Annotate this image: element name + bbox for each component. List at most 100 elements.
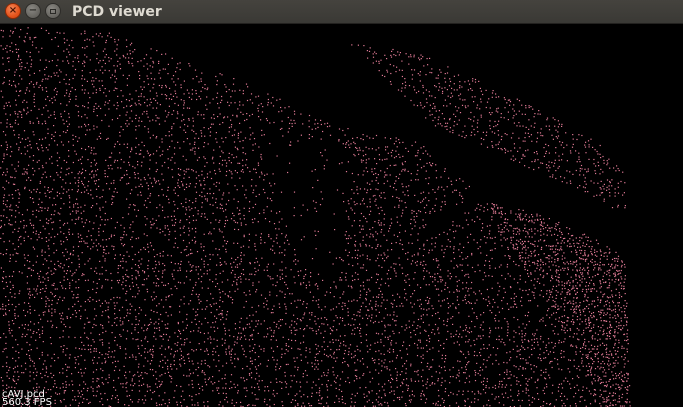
point (81, 47, 84, 49)
point (102, 246, 105, 248)
point (515, 263, 517, 266)
point (258, 212, 261, 215)
title-bar[interactable]: × − PCD viewer (0, 0, 683, 24)
point (305, 307, 308, 309)
point (317, 329, 320, 331)
point (201, 308, 203, 310)
point (77, 296, 79, 298)
point (102, 344, 104, 346)
point (127, 312, 129, 314)
point (540, 267, 542, 269)
point-cloud-viewport[interactable]: cAVJ.pcd 560.3 FPS (0, 24, 683, 407)
point (584, 269, 586, 271)
point (246, 317, 248, 319)
point (77, 255, 79, 257)
point (75, 218, 77, 220)
point (138, 347, 140, 350)
maximize-button[interactable] (45, 3, 61, 19)
point (221, 74, 223, 76)
point (414, 225, 416, 227)
point (217, 254, 219, 256)
point (390, 302, 392, 304)
point (524, 224, 526, 226)
point-cloud-canvas[interactable] (0, 24, 683, 407)
point (444, 284, 446, 286)
point (86, 336, 88, 338)
point (285, 275, 287, 277)
point (281, 252, 283, 254)
point (396, 221, 399, 223)
point (104, 249, 106, 251)
point (528, 356, 530, 358)
point (178, 329, 180, 331)
point (206, 350, 208, 352)
point (99, 89, 101, 91)
point (441, 245, 443, 247)
point (161, 206, 164, 208)
point (293, 215, 295, 217)
point (251, 102, 254, 104)
point (143, 284, 145, 286)
point (60, 141, 63, 143)
point (47, 128, 49, 130)
point (582, 258, 584, 260)
point (222, 301, 224, 303)
point (230, 263, 232, 265)
point (402, 141, 404, 143)
point (83, 92, 86, 94)
point (11, 42, 13, 44)
point (147, 243, 149, 245)
point (548, 289, 551, 292)
point (147, 174, 149, 176)
point (428, 324, 430, 326)
point (285, 225, 287, 227)
point (429, 297, 431, 300)
minimize-button[interactable]: − (25, 3, 41, 19)
point (81, 237, 83, 240)
point (155, 137, 157, 139)
point (372, 236, 374, 238)
point (396, 196, 398, 199)
point (186, 318, 188, 320)
close-button[interactable]: × (5, 3, 21, 19)
point (597, 326, 599, 328)
point (156, 107, 158, 109)
point (220, 101, 222, 104)
point (150, 353, 152, 355)
point (243, 218, 245, 220)
point (200, 348, 202, 351)
point (286, 239, 289, 241)
point (57, 233, 59, 235)
point (534, 228, 536, 230)
point (198, 147, 200, 149)
point (324, 149, 326, 151)
point (128, 182, 130, 184)
point (165, 333, 167, 336)
point (71, 290, 73, 293)
point (383, 192, 385, 194)
point (98, 35, 100, 37)
point (26, 333, 28, 336)
point (531, 221, 533, 223)
point (212, 354, 214, 356)
point (284, 293, 286, 295)
point (170, 255, 172, 257)
point (195, 240, 197, 242)
point (254, 274, 256, 276)
point (105, 95, 107, 97)
point (124, 348, 127, 350)
point (171, 219, 173, 221)
point (146, 218, 148, 220)
point (269, 122, 271, 124)
point (399, 296, 401, 298)
point (168, 346, 170, 348)
point (254, 262, 256, 264)
point (50, 291, 52, 293)
point (28, 293, 30, 295)
point (204, 84, 206, 86)
point (602, 334, 604, 336)
point (111, 279, 113, 282)
point (159, 155, 161, 157)
point (60, 103, 62, 105)
point (401, 212, 404, 214)
